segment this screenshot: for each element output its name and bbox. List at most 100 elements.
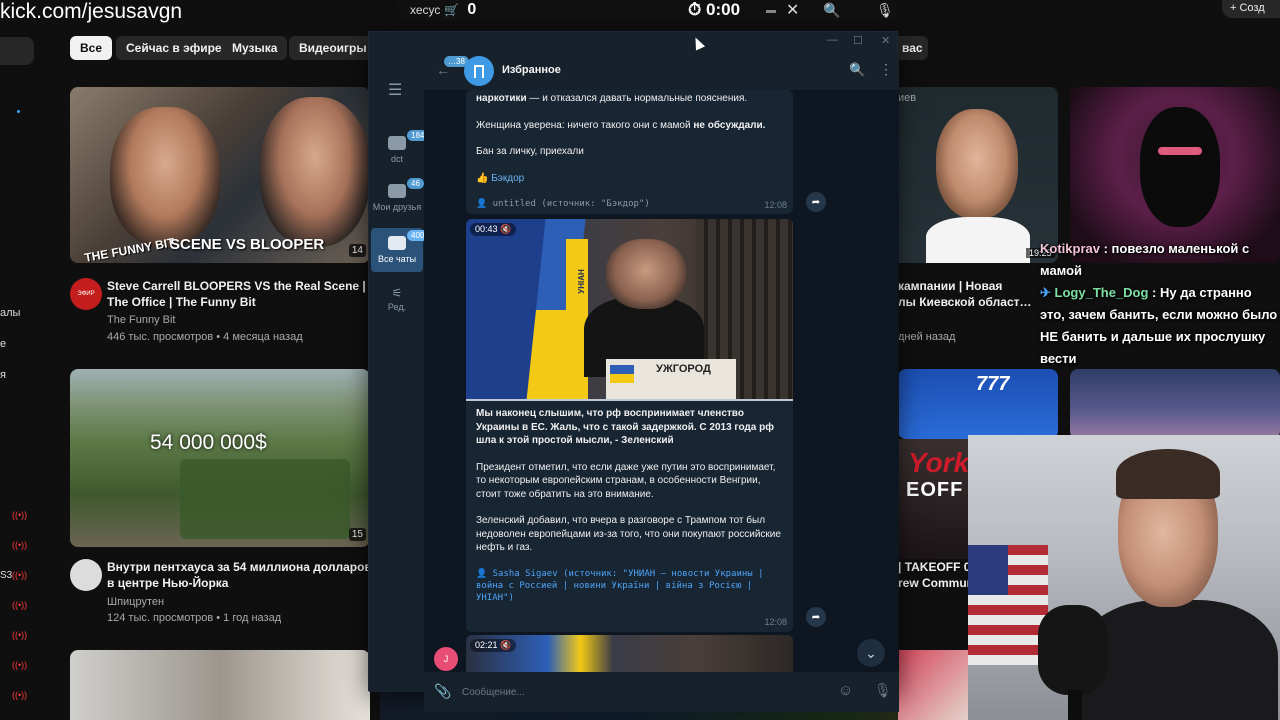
folder-dct[interactable]: 184 dct <box>371 130 429 174</box>
live-icon[interactable]: ((•)) <box>12 630 27 640</box>
muted-speaker-icon[interactable]: 🔇 <box>500 640 511 650</box>
live-icon[interactable]: ((•)) <box>12 600 27 610</box>
microphone-icon[interactable]: 🎙 <box>876 2 894 19</box>
live-icon[interactable]: ((•)) <box>12 510 27 520</box>
chat-username: Kotikprav <box>1040 241 1100 256</box>
overlay-name: хесус <box>410 3 441 17</box>
notification-dot <box>17 110 20 113</box>
live-icon[interactable]: ((•)) <box>12 660 27 670</box>
message-text: Зеленский добавил, что вчера в разговоре… <box>476 515 781 553</box>
create-button[interactable]: + Созд <box>1222 0 1280 18</box>
video-thumbnail[interactable] <box>1070 87 1280 263</box>
chat-message: ✈ Logy_The_Dog : Ну да странно это, заче… <box>1040 282 1280 370</box>
video-thumbnail[interactable]: 777 <box>898 369 1058 439</box>
folder-label: Мои друзья <box>372 202 422 212</box>
forward-icon[interactable]: ➦ <box>806 607 826 627</box>
minimize-button[interactable]: — <box>827 34 838 46</box>
forward-icon[interactable]: ➦ <box>806 192 826 212</box>
telegram-window: — ☐ ✕ ☰ 184 dct 46 Мои друзья 400 Все ча… <box>368 31 899 712</box>
close-window-button[interactable]: ✕ <box>881 34 890 47</box>
video-thumbnail[interactable]: York EOFF <box>898 439 970 559</box>
message-bubble[interactable]: Мы наконец слышим, что рф воспринимает ч… <box>466 401 793 632</box>
live-icon[interactable]: ((•)) <box>12 690 27 700</box>
thumbnail-caption: EOFF <box>906 479 964 501</box>
chats-icon: 400 <box>388 230 429 250</box>
chip-games[interactable]: Видеоигры <box>289 36 377 60</box>
more-options-icon[interactable]: ⋮ <box>879 61 893 78</box>
sidebar-item-label[interactable]: я <box>0 369 6 381</box>
window-titlebar[interactable]: — ☐ ✕ <box>369 32 897 52</box>
chat-title[interactable]: Избранное <box>502 64 561 76</box>
video-thumbnail[interactable] <box>898 87 1058 263</box>
streamer-body <box>1078 600 1278 720</box>
search-icon[interactable]: 🔍 <box>823 2 840 19</box>
maximize-button[interactable]: ☐ <box>853 34 863 47</box>
video-channel[interactable]: Шпицрутен <box>107 596 164 608</box>
sidebar-item-label[interactable]: e <box>0 338 6 350</box>
live-icon[interactable]: ((•)) <box>12 570 27 580</box>
folder-edit[interactable]: ⚟ Ред. <box>371 280 423 320</box>
sender-avatar[interactable]: J <box>434 647 458 671</box>
video-meta: 124 тыс. просмотров • 1 год назад <box>107 612 282 624</box>
video-title-line2[interactable]: лы Киевской област… <box>898 294 1038 310</box>
voice-record-icon[interactable]: 🎙 <box>874 682 892 699</box>
flag-decoration <box>968 545 1008 595</box>
video-thumbnail[interactable] <box>898 650 968 720</box>
stream-overlay-bar: хесус 🛒 0 ⏱ 0:00 ▬ ✕ 🔍 🎙 <box>398 0 898 20</box>
thumbnail-caption: 54 000 000$ <box>150 431 267 454</box>
video-attachment[interactable]: УНІАН УЖГОРОД 00:43 🔇 <box>466 219 793 401</box>
streamer-hair <box>1116 449 1220 499</box>
chat-username: Logy_The_Dog <box>1054 285 1149 300</box>
saved-messages-avatar[interactable] <box>464 56 494 86</box>
video-thumbnail[interactable] <box>70 650 370 720</box>
streamer-webcam <box>968 435 1280 720</box>
chip-all[interactable]: Все <box>70 36 113 60</box>
message-text: Женщина уверена: ничего такого они с мам… <box>476 119 766 131</box>
video-title[interactable]: кампании | Новая <box>898 278 1038 294</box>
message-link[interactable]: 👍 Бэкдор <box>476 172 783 186</box>
channel-avatar[interactable]: ЭФИР <box>70 278 102 310</box>
scroll-down-button[interactable]: ⌄ <box>857 639 885 667</box>
sidebar-item-label[interactable]: алы <box>0 307 20 319</box>
live-icon[interactable]: ((•)) <box>12 540 27 550</box>
search-icon[interactable]: 🔍 <box>849 62 865 78</box>
muted-speaker-icon[interactable]: 🔇 <box>500 224 511 234</box>
thumbnail-label: иев <box>898 92 917 104</box>
sidebar-item-label[interactable]: S3 <box>0 570 12 581</box>
channel-avatar[interactable] <box>70 559 102 591</box>
video-meta: 446 тыс. просмотров • 4 месяца назад <box>107 331 303 343</box>
message-bubble[interactable]: наркотики — и отказался давать нормальны… <box>466 90 793 214</box>
chip-live[interactable]: Сейчас в эфире <box>116 36 232 60</box>
thumbnail-park <box>180 459 350 539</box>
folder-label: Ред. <box>387 302 407 312</box>
video-channel[interactable]: The Funny Bit <box>107 314 175 326</box>
folder-badge: 46 <box>407 178 424 189</box>
cart-icon: 🛒 <box>444 3 460 17</box>
overlay-timer: ⏱ 0:00 <box>688 0 740 20</box>
close-icon[interactable]: ✕ <box>786 0 799 20</box>
message-text: Президент отметил, что если даже уже пут… <box>476 461 776 500</box>
message-signature[interactable]: 👤 Sasha Sigaev (источник: "УНИАН — новос… <box>476 568 783 604</box>
sidebar-home-item[interactable] <box>0 37 34 65</box>
folder-all-chats[interactable]: 400 Все чаты <box>371 228 429 272</box>
emoji-icon[interactable]: ☺ <box>838 682 853 699</box>
video-thumbnail[interactable]: 54 000 000$ 15 <box>70 369 370 547</box>
podium-flag <box>610 365 634 383</box>
thumbnail-caption: SCENE VS BLOOPER <box>170 236 325 253</box>
video-title[interactable]: Steve Carrell BLOOPERS VS the Real Scene… <box>107 278 372 310</box>
stopwatch-icon: ⏱ <box>688 0 702 19</box>
message-input[interactable] <box>462 684 822 700</box>
video-thumbnail[interactable] <box>1070 369 1280 439</box>
video-duration-badge: 02:21 🔇 <box>470 639 517 652</box>
keyboard-icon: ▬ <box>766 4 776 16</box>
video-thumbnail[interactable]: THE FUNNY BIT SCENE VS BLOOPER 14 <box>70 87 370 263</box>
video-brand: УНІАН <box>576 269 586 294</box>
chip-music[interactable]: Музыка <box>222 36 288 60</box>
video-title[interactable]: Внутри пентхауса за 54 миллиона долларов… <box>107 559 372 591</box>
paperclip-icon[interactable]: 📎 <box>434 683 451 700</box>
hamburger-menu-icon[interactable]: ☰ <box>388 80 402 100</box>
folder-friends[interactable]: 46 Мои друзья <box>371 178 424 224</box>
chip-for-you[interactable]: вас <box>898 36 928 60</box>
thumbnail-person <box>936 109 1018 219</box>
bookmark-icon <box>474 64 484 78</box>
